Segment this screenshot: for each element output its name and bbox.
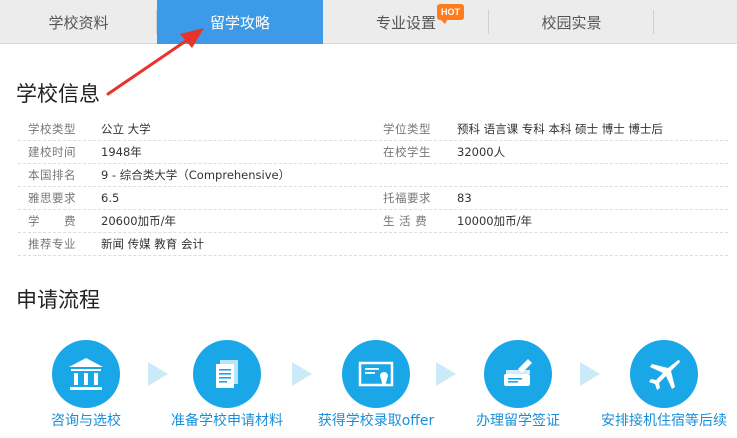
table-row: 建校时间 1948年 在校学生 32000人	[18, 141, 728, 164]
step-prepare[interactable]: 准备学校申请材料	[157, 340, 297, 430]
step-offer[interactable]: 获得学校录取offer	[306, 340, 446, 430]
certificate-icon	[342, 340, 410, 408]
info-value: 9 - 综合类大学（Comprehensive）	[101, 168, 291, 182]
tab-label: 留学攻略	[209, 13, 270, 32]
passport-icon	[484, 340, 552, 408]
step-label: 安排接机住宿等后续	[601, 413, 727, 429]
info-value: 预科 语言课 专科 本科 硕士 博士 博士后	[457, 122, 663, 136]
step-visa[interactable]: 办理留学签证	[448, 340, 588, 430]
info-value: 6.5	[101, 191, 120, 205]
step-consult[interactable]: 咨询与选校	[16, 340, 156, 430]
tab-majors[interactable]: 专业设置 HOT	[323, 0, 489, 44]
school-info-title: 学校信息	[16, 82, 100, 106]
table-row: 本国排名 9 - 综合类大学（Comprehensive）	[18, 164, 728, 187]
red-arrow-icon	[106, 28, 204, 96]
info-label: 学 费	[28, 214, 76, 228]
step-label: 准备学校申请材料	[171, 413, 283, 429]
info-value: 公立 大学	[101, 122, 151, 136]
info-value: 新闻 传媒 教育 会计	[101, 237, 204, 251]
info-value: 1948年	[101, 145, 142, 159]
info-value: 83	[457, 191, 472, 205]
step-label: 咨询与选校	[51, 413, 121, 429]
step-label: 办理留学签证	[476, 413, 560, 429]
process-title: 申请流程	[16, 288, 100, 312]
info-label: 在校学生	[383, 145, 431, 159]
step-arrangement[interactable]: 安排接机住宿等后续	[594, 340, 734, 430]
tab-campus-views[interactable]: 校园实景	[489, 0, 654, 44]
info-label: 学校类型	[28, 122, 76, 136]
table-row: 推荐专业 新闻 传媒 教育 会计	[18, 233, 728, 256]
info-value: 32000人	[457, 145, 506, 159]
info-label: 本国排名	[28, 168, 76, 182]
school-info-table: 学校类型 公立 大学 学位类型 预科 语言课 专科 本科 硕士 博士 博士后 建…	[18, 118, 728, 256]
tab-label: 专业设置	[375, 13, 436, 32]
info-label: 生 活 费	[383, 214, 428, 228]
table-row: 雅思要求 6.5 托福要求 83	[18, 187, 728, 210]
tab-label: 校园实景	[541, 13, 602, 32]
info-value: 20600加币/年	[101, 214, 176, 228]
document-icon	[193, 340, 261, 408]
airplane-icon	[630, 340, 698, 408]
info-label: 建校时间	[28, 145, 76, 159]
table-row: 学校类型 公立 大学 学位类型 预科 语言课 专科 本科 硕士 博士 博士后	[18, 118, 728, 141]
info-label: 托福要求	[383, 191, 431, 205]
info-label: 推荐专业	[28, 237, 76, 251]
table-row: 学 费 20600加币/年 生 活 费 10000加币/年	[18, 210, 728, 233]
info-label: 学位类型	[383, 122, 431, 136]
tab-divider	[653, 10, 654, 34]
info-value: 10000加币/年	[457, 214, 532, 228]
hot-badge: HOT	[437, 4, 464, 24]
step-label: 获得学校录取offer	[317, 413, 435, 429]
info-label: 雅思要求	[28, 191, 76, 205]
process-steps: 咨询与选校 准备学校申请材料 获得学校录取offer 办理留学签证 安排接机住宿…	[0, 340, 737, 438]
school-building-icon	[52, 340, 120, 408]
